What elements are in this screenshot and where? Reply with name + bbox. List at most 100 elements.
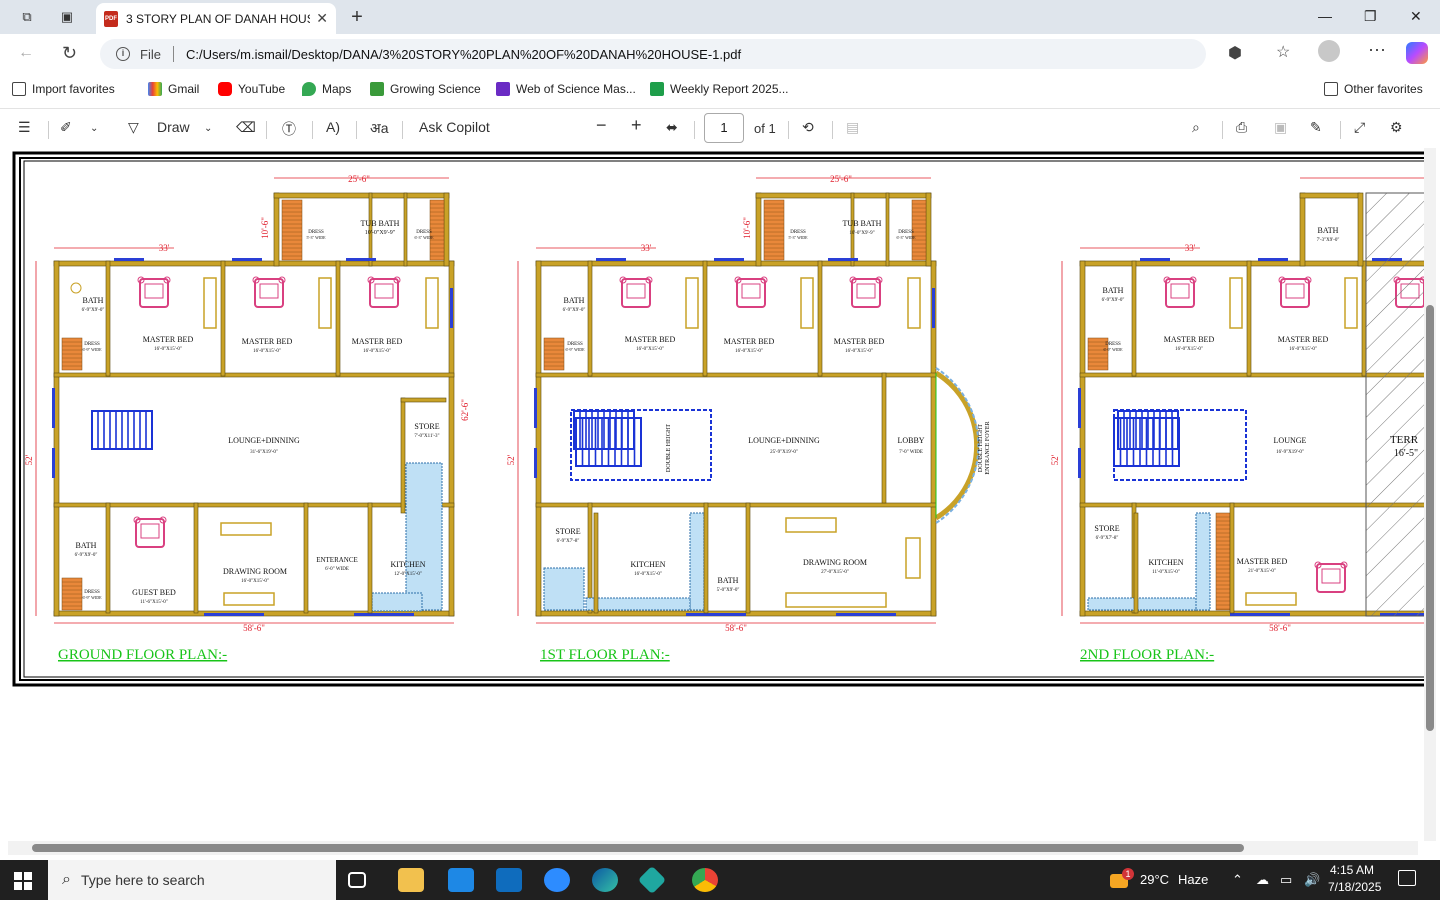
- window: [932, 288, 935, 328]
- fav-import[interactable]: Import favorites: [12, 82, 115, 96]
- zoom-icon[interactable]: [544, 868, 570, 892]
- read-aloud-icon[interactable]: A): [326, 119, 340, 135]
- extensions-icon[interactable]: ⬢: [1228, 43, 1242, 63]
- network-icon[interactable]: ▭: [1280, 872, 1292, 888]
- sofa-icon: [220, 522, 272, 536]
- fav-other[interactable]: Other favorites: [1324, 82, 1423, 96]
- room-label: 31'-6"X19'-0": [250, 450, 278, 455]
- clock-time[interactable]: 4:15 AM: [1330, 863, 1374, 877]
- clock-date[interactable]: 7/18/2025: [1328, 880, 1381, 894]
- room-label: ENTERANCE: [316, 556, 358, 564]
- fav-youtube[interactable]: YouTube: [218, 82, 285, 96]
- eraser-icon[interactable]: ⌫: [236, 119, 256, 136]
- page-number-input[interactable]: 1: [704, 113, 744, 143]
- network-cloud-icon[interactable]: ☁: [1256, 872, 1269, 888]
- fav-weekly-report[interactable]: Weekly Report 2025...: [650, 82, 789, 96]
- separator: [694, 121, 695, 139]
- ask-copilot-button[interactable]: Ask Copilot: [419, 119, 490, 135]
- window: [534, 448, 537, 478]
- vertical-scroll-thumb[interactable]: [1426, 305, 1434, 731]
- close-tab-icon[interactable]: ✕: [316, 10, 328, 27]
- contents-icon[interactable]: ☰: [18, 119, 31, 136]
- dimension-label: 52': [24, 454, 34, 465]
- folder-icon: [1324, 82, 1338, 96]
- pdf-viewer[interactable]: 52' 58'-6" 33' 25'-6" 10'-6" TUB BATH 10'-0"X9…: [6, 148, 1440, 841]
- text-box-icon[interactable]: Ⓣ: [282, 119, 296, 139]
- draw-icon[interactable]: ▽: [128, 119, 139, 136]
- weather-desc[interactable]: Haze: [1178, 872, 1208, 887]
- file-explorer-icon[interactable]: [398, 868, 424, 892]
- taskbar-search[interactable]: ⌕ Type here to search: [48, 860, 336, 900]
- wall: [400, 397, 406, 514]
- mail-icon[interactable]: [496, 868, 522, 892]
- wall: [1357, 192, 1364, 267]
- draw-button[interactable]: Draw: [157, 119, 190, 135]
- room-label: 21'-0"X15'-0": [1248, 569, 1276, 574]
- fav-maps[interactable]: Maps: [302, 82, 351, 96]
- chevron-down-icon[interactable]: ⌄: [204, 123, 212, 134]
- bed-icon: [621, 278, 651, 308]
- room-label: 16'-0"X15'-0": [253, 349, 281, 354]
- save-as-icon[interactable]: ✎: [1310, 119, 1322, 136]
- windows-start-icon[interactable]: [14, 872, 32, 890]
- print-icon[interactable]: ⎙: [1236, 119, 1247, 136]
- dimension-label: 25'-6": [348, 174, 370, 184]
- profile-avatar[interactable]: [1318, 40, 1340, 62]
- info-icon[interactable]: i: [116, 47, 130, 61]
- more-menu-icon[interactable]: ⋯: [1368, 40, 1386, 61]
- translate-icon[interactable]: अa: [370, 119, 388, 138]
- address-bar[interactable]: i File C:/Users/m.ismail/Desktop/DANA/3%…: [100, 39, 1206, 69]
- fav-label: YouTube: [238, 82, 286, 96]
- fav-gmail[interactable]: Gmail: [148, 82, 199, 96]
- store-icon[interactable]: [448, 868, 474, 892]
- window: [534, 388, 537, 428]
- back-icon[interactable]: ←: [18, 44, 34, 62]
- url-text[interactable]: C:/Users/m.ismail/Desktop/DANA/3%20STORY…: [186, 47, 741, 62]
- bed-icon: [626, 283, 646, 299]
- task-view-icon[interactable]: [348, 872, 366, 888]
- show-hidden-icons-icon[interactable]: ⌃: [1232, 872, 1243, 888]
- wall: [400, 397, 447, 403]
- chrome-icon[interactable]: [692, 868, 718, 892]
- tab-active[interactable]: PDF 3 STORY PLAN OF DANAH HOUS ✕: [96, 3, 336, 34]
- chevron-down-icon[interactable]: ⌄: [90, 123, 98, 134]
- fav-web-of-science[interactable]: Web of Science Mas...: [496, 82, 636, 96]
- tab-actions-icon[interactable]: ▣: [56, 6, 78, 28]
- fullscreen-icon[interactable]: ⤢: [1354, 119, 1365, 136]
- favorites-icon[interactable]: ☆: [1276, 42, 1290, 62]
- highlight-icon[interactable]: ✐: [60, 119, 72, 136]
- wall: [1299, 192, 1306, 267]
- plans-group: 52' 58'-6" 33' 25'-6" 10'-6" TUB BATH 10'-0"X9…: [24, 174, 1440, 633]
- kitchen-counter: [371, 592, 423, 612]
- new-tab-icon[interactable]: +: [346, 6, 368, 28]
- copilot-icon[interactable]: [1406, 42, 1428, 64]
- minimize-icon[interactable]: —: [1318, 8, 1332, 24]
- settings-gear-icon[interactable]: ⚙: [1390, 119, 1403, 136]
- kitchen-counter: [585, 597, 691, 611]
- fav-growing-science[interactable]: Growing Science: [370, 82, 481, 96]
- restore-icon[interactable]: ❐: [1364, 8, 1377, 25]
- tab-title: 3 STORY PLAN OF DANAH HOUS: [126, 11, 311, 26]
- rotate-icon[interactable]: ⟲: [802, 119, 814, 136]
- wall: [817, 260, 823, 377]
- close-window-icon[interactable]: ✕: [1410, 8, 1422, 25]
- refresh-icon[interactable]: ↻: [62, 43, 77, 64]
- dimension-label: 10'-6": [742, 217, 752, 239]
- dress-cabinet: [429, 199, 445, 261]
- wall: [587, 260, 593, 377]
- workspaces-icon[interactable]: ⧉: [16, 6, 38, 28]
- wall: [105, 260, 111, 377]
- weather-temp[interactable]: 29°C: [1140, 872, 1169, 887]
- zoom-out-icon[interactable]: −: [596, 115, 607, 136]
- search-icon[interactable]: ⌕: [1192, 119, 1200, 136]
- fit-page-icon[interactable]: ⬌: [666, 119, 678, 136]
- zoom-in-icon[interactable]: +: [631, 115, 642, 136]
- notifications-icon[interactable]: [1398, 870, 1416, 886]
- edge-icon[interactable]: [592, 868, 618, 892]
- gmail-icon: [148, 82, 162, 96]
- page-view-icon[interactable]: ▤: [846, 119, 859, 136]
- save-icon[interactable]: ▣: [1274, 119, 1287, 136]
- room-label: LOUNGE: [1274, 436, 1307, 445]
- horizontal-scroll-thumb[interactable]: [32, 844, 1244, 852]
- volume-icon[interactable]: 🔊: [1304, 872, 1320, 888]
